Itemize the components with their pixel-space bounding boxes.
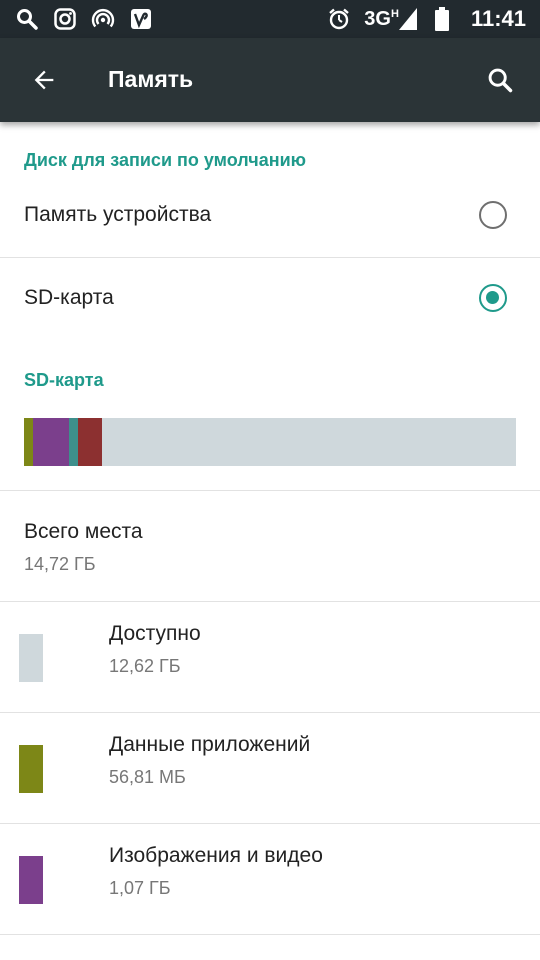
usage-segment <box>102 418 516 466</box>
network-type: 3G <box>364 7 391 30</box>
section-header-default-disk: Диск для записи по умолчанию <box>24 150 307 170</box>
radio-button-unchecked[interactable] <box>479 201 507 229</box>
storage-item-value: 56,81 МБ <box>109 767 186 787</box>
storage-item-value: 1,07 ГБ <box>109 878 171 898</box>
vine-icon <box>128 6 154 32</box>
divider <box>0 490 540 491</box>
arrow-back-icon <box>34 70 54 90</box>
color-swatch <box>19 634 43 682</box>
usage-segment <box>77 418 103 466</box>
radio-button-checked[interactable] <box>479 284 507 312</box>
network-indicator: 3G H <box>364 7 417 31</box>
storage-item-images-video[interactable]: Изображения и видео 1,07 ГБ <box>0 824 540 934</box>
search-button[interactable] <box>480 60 520 100</box>
instagram-icon <box>52 6 78 32</box>
storage-item-label: Доступно <box>109 622 201 645</box>
search-icon <box>488 68 513 93</box>
usage-segment <box>24 418 33 466</box>
color-swatch <box>19 856 43 904</box>
section-header-sd-card: SD-карта <box>24 370 104 390</box>
total-space-label: Всего места <box>24 520 143 543</box>
search-icon <box>14 6 40 32</box>
page-title: Память <box>108 66 194 92</box>
clock: 11:41 <box>470 6 526 31</box>
radio-option-device-memory[interactable]: Память устройства <box>0 175 540 258</box>
total-space-value: 14,72 ГБ <box>24 554 96 574</box>
storage-usage-bar <box>24 418 516 466</box>
app-bar: Память <box>0 38 540 122</box>
radio-label: Память устройства <box>24 203 212 226</box>
storage-item-label: Данные приложений <box>109 733 311 756</box>
network-sup: H <box>390 7 399 20</box>
storage-item-label: Изображения и видео <box>109 844 323 867</box>
radio-label: SD-карта <box>24 286 114 309</box>
color-swatch <box>19 745 43 793</box>
divider <box>0 934 540 935</box>
usage-segment <box>68 418 78 466</box>
usage-segment <box>32 418 69 466</box>
alarm-icon <box>326 6 352 32</box>
storage-item-app-data[interactable]: Данные приложений 56,81 МБ <box>0 713 540 823</box>
back-button[interactable] <box>24 60 64 100</box>
signal-icon <box>398 7 417 30</box>
hotspot-icon <box>90 6 116 32</box>
status-bar: 3G H 11:41 <box>0 0 540 38</box>
storage-item-available[interactable]: Доступно 12,62 ГБ <box>0 602 540 712</box>
total-space[interactable]: Всего места 14,72 ГБ <box>24 520 143 575</box>
battery-icon <box>429 6 455 32</box>
radio-option-sd-card[interactable]: SD-карта <box>0 258 540 340</box>
storage-item-value: 12,62 ГБ <box>109 656 181 676</box>
